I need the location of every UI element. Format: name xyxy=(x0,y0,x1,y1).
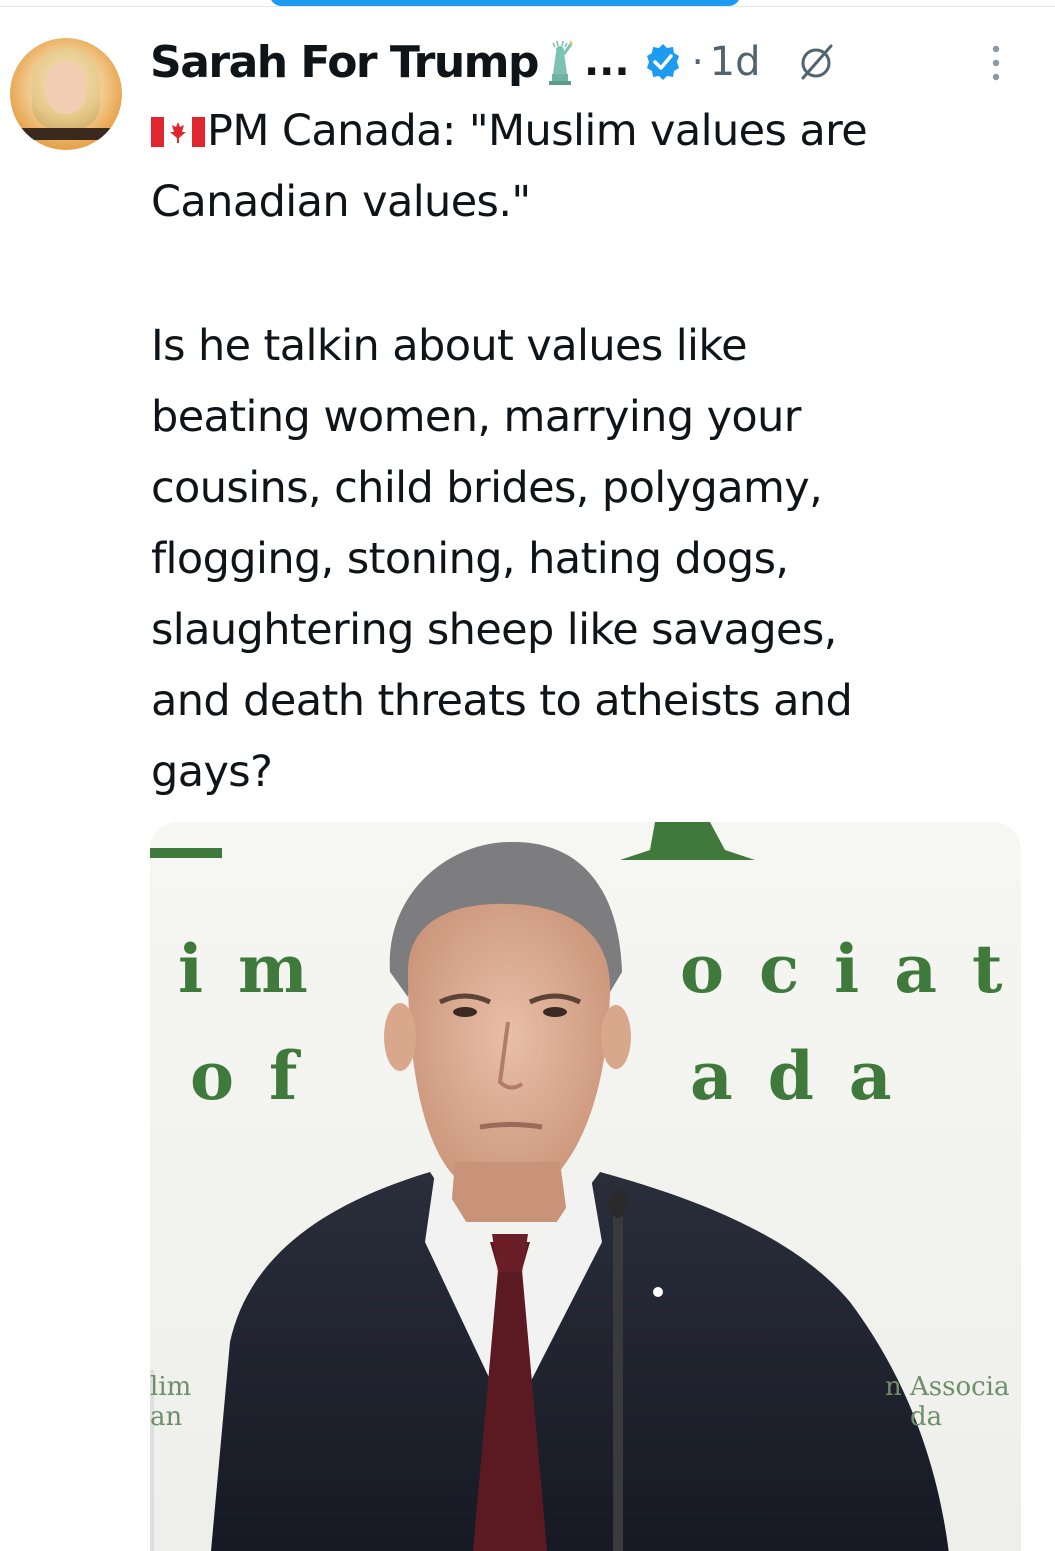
divider xyxy=(0,6,1055,7)
lectern-text: da xyxy=(910,1402,943,1432)
avatar-face xyxy=(46,62,86,114)
more-vertical-icon[interactable] xyxy=(984,42,1008,84)
avatar[interactable] xyxy=(10,38,122,150)
verified-badge-icon xyxy=(644,43,682,81)
lectern-text: an xyxy=(150,1402,183,1432)
tweet-text-line: cousins, child brides, polygamy, xyxy=(151,463,823,513)
backdrop-text: a d a xyxy=(690,1037,898,1115)
tweet-text: PM Canada: "Muslim values are Canadian v… xyxy=(151,96,1011,808)
lectern-text: lim xyxy=(150,1372,192,1402)
canada-flag-icon xyxy=(151,98,205,147)
backdrop-text: o c i a t xyxy=(680,930,1009,1008)
statue-of-liberty-icon xyxy=(540,38,580,86)
backdrop-text: i m xyxy=(178,930,314,1008)
tweet-header: Sarah For Trump ... · 1d xyxy=(150,30,837,94)
tweet-text-line: Canadian values." xyxy=(151,177,531,227)
tweet-text-line: beating women, marrying your xyxy=(151,392,801,442)
tweet-text-line: PM Canada: "Muslim values are xyxy=(151,96,1011,167)
author-display-name[interactable]: Sarah For Trump xyxy=(150,37,539,88)
tweet-text-line: slaughtering sheep like savages, xyxy=(151,605,837,655)
header-separator: · xyxy=(691,40,704,84)
tweet-text-line: gays? xyxy=(151,747,273,797)
tweet-media[interactable]: i m o c i a t o f a d a lim an n Associa… xyxy=(150,822,1021,1551)
tweet-text-line: Is he talkin about values like xyxy=(151,321,748,371)
name-truncation: ... xyxy=(583,39,630,85)
backdrop-text: o f xyxy=(190,1037,304,1115)
tweet-text-line: flogging, stoning, hating dogs, xyxy=(151,534,789,584)
tweet-text-line: and death threats to atheists and xyxy=(151,676,853,726)
lectern-text: n Associa xyxy=(885,1372,1010,1402)
tweet-view: Sarah For Trump ... · 1d PM Canada: "Mus… xyxy=(0,0,1055,1551)
tweet-time[interactable]: 1d xyxy=(710,39,761,85)
tweet-text-content: PM Canada: "Muslim values are xyxy=(207,106,868,156)
grok-icon[interactable] xyxy=(797,42,837,82)
avatar-banner xyxy=(14,128,118,140)
